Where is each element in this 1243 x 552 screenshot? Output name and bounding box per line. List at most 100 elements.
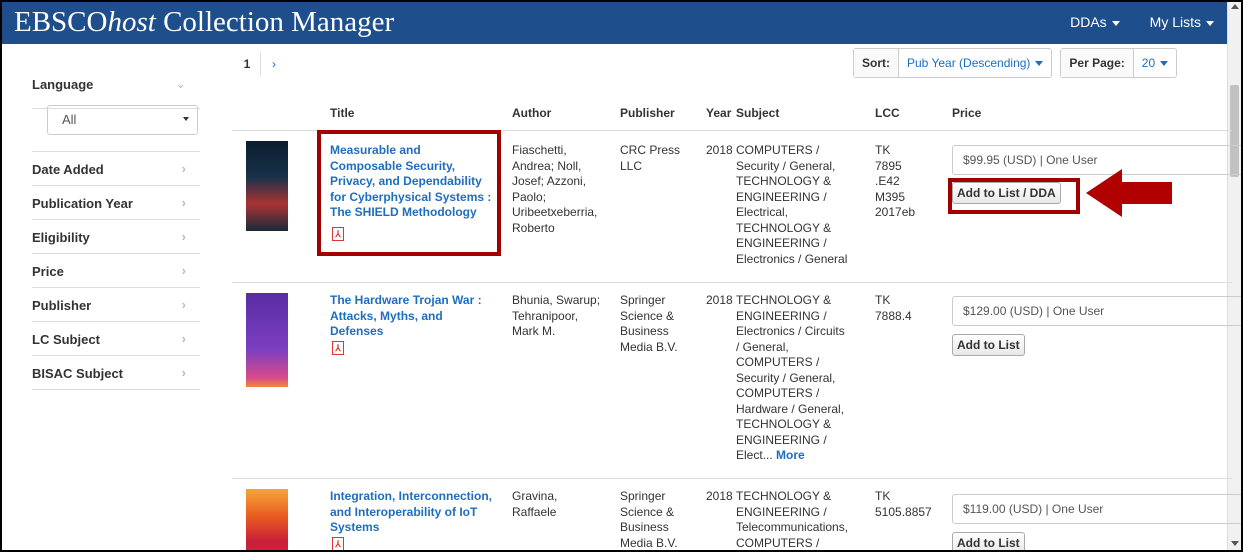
author-line: Gravina, bbox=[512, 489, 558, 503]
chevron-right-icon: › bbox=[181, 195, 186, 210]
subject-line: TECHNOLOGY & bbox=[736, 220, 832, 235]
lcc-cell: TK 5105.8857 bbox=[875, 489, 932, 520]
ddas-menu[interactable]: DDAs bbox=[1070, 14, 1120, 30]
scroll-down-arrow-icon[interactable] bbox=[1231, 541, 1239, 546]
author-line: Paolo; bbox=[512, 189, 547, 204]
book-title-link[interactable]: The Hardware Trojan War : Attacks, Myths… bbox=[330, 293, 500, 340]
more-link[interactable]: More bbox=[776, 448, 805, 462]
price-select[interactable]: $119.00 (USD) | One User bbox=[952, 494, 1241, 524]
language-select-value: All bbox=[62, 112, 77, 127]
subject-line: Electrical, bbox=[736, 205, 789, 219]
column-header-publisher[interactable]: Publisher bbox=[620, 106, 675, 120]
publisher-cell: CRC Press LLC bbox=[620, 143, 680, 174]
per-page-dropdown[interactable]: 20 bbox=[1134, 49, 1176, 77]
book-cover-image[interactable] bbox=[246, 489, 288, 550]
brand-host: host bbox=[107, 6, 156, 38]
subject-line: COMPUTERS / bbox=[736, 386, 820, 400]
title-line: Integration, Interconnection, bbox=[330, 489, 493, 503]
title-line: Systems bbox=[330, 520, 380, 534]
sort-controls: Sort: Pub Year (Descending) Per Page: 20 bbox=[853, 48, 1178, 78]
column-header-year[interactable]: Year bbox=[706, 106, 731, 120]
page-1-button[interactable]: 1 bbox=[234, 52, 261, 76]
author-cell: Fiaschetti, Andrea; Noll, Josef; Azzoni,… bbox=[512, 143, 597, 236]
publisher-cell: Springer Science & Business Media B.V. bbox=[620, 489, 678, 550]
price-select[interactable]: $129.00 (USD) | One User bbox=[952, 296, 1241, 326]
subject-line: Security / General, bbox=[736, 158, 836, 173]
column-header-price[interactable]: Price bbox=[952, 106, 981, 120]
lcc-line: 2017eb bbox=[875, 205, 916, 219]
year-cell: 2018 bbox=[706, 143, 733, 157]
sort-dropdown[interactable]: Pub Year (Descending) bbox=[899, 49, 1051, 77]
filter-label: Publisher bbox=[32, 298, 92, 313]
column-header-title[interactable]: Title bbox=[330, 106, 354, 120]
select-arrow-icon bbox=[183, 117, 189, 121]
filter-label: BISAC Subject bbox=[32, 366, 124, 381]
filter-price[interactable]: Price › bbox=[32, 254, 200, 288]
filter-label: Date Added bbox=[32, 162, 104, 177]
filter-publication-year[interactable]: Publication Year › bbox=[32, 186, 200, 220]
top-nav: DDAs My Lists bbox=[1070, 14, 1214, 30]
price-value: $119.00 (USD) | One User bbox=[963, 502, 1104, 516]
language-filter-header[interactable]: Language ⌄ bbox=[32, 70, 200, 109]
subject-cell: TECHNOLOGY & ENGINEERING / Telecommunica… bbox=[736, 489, 848, 550]
subject-line: TECHNOLOGY & bbox=[736, 417, 832, 431]
filter-publisher[interactable]: Publisher › bbox=[32, 288, 200, 322]
language-select[interactable]: All bbox=[47, 105, 198, 135]
filter-label: LC Subject bbox=[32, 332, 100, 347]
app-window: EBSCOhost Collection Manager DDAs My Lis… bbox=[0, 0, 1243, 552]
book-title-link[interactable]: Integration, Interconnection, and Intero… bbox=[330, 489, 500, 536]
subject-line: Elect... bbox=[736, 448, 773, 462]
next-page-button[interactable]: › bbox=[261, 52, 287, 76]
pdf-icon[interactable]: ⅄ bbox=[332, 537, 344, 550]
filter-label: Publication Year bbox=[32, 196, 133, 211]
filter-bisac-subject[interactable]: BISAC Subject › bbox=[32, 356, 200, 390]
ddas-menu-label: DDAs bbox=[1070, 14, 1107, 30]
pdf-icon[interactable]: ⅄ bbox=[332, 341, 344, 355]
subject-line: Electronics / General bbox=[736, 251, 848, 266]
chevron-right-icon: › bbox=[181, 331, 186, 346]
lcc-line: M395 bbox=[875, 189, 906, 204]
subject-line-last: Elect... More bbox=[736, 448, 845, 464]
price-value: $129.00 (USD) | One User bbox=[963, 304, 1105, 318]
app-brand[interactable]: EBSCOhost Collection Manager bbox=[14, 6, 394, 39]
filter-eligibility[interactable]: Eligibility › bbox=[32, 220, 200, 254]
book-cover-image[interactable] bbox=[246, 293, 288, 387]
subject-line: TECHNOLOGY & bbox=[736, 489, 832, 503]
filter-label: Eligibility bbox=[32, 230, 90, 245]
filter-lc-subject[interactable]: LC Subject › bbox=[32, 322, 200, 356]
publisher-line: Business bbox=[620, 324, 669, 338]
scroll-up-arrow-icon[interactable] bbox=[1231, 4, 1239, 9]
add-to-list-button[interactable]: Add to List bbox=[952, 532, 1025, 550]
publisher-cell: Springer Science & Business Media B.V. bbox=[620, 293, 678, 355]
year-cell: 2018 bbox=[706, 489, 733, 503]
chevron-right-icon: › bbox=[181, 263, 186, 278]
author-line: Uribeetxeberria, bbox=[512, 205, 598, 219]
subject-line: Hardware / General, bbox=[736, 401, 845, 416]
publisher-line: Media B.V. bbox=[620, 535, 678, 550]
lcc-line: TK bbox=[875, 489, 891, 503]
book-cover-image[interactable] bbox=[246, 141, 288, 231]
column-header-subject[interactable]: Subject bbox=[736, 106, 779, 120]
title-line: The Hardware Trojan War : bbox=[330, 293, 482, 307]
column-header-author[interactable]: Author bbox=[512, 106, 551, 120]
subject-cell: COMPUTERS / Security / General, TECHNOLO… bbox=[736, 143, 847, 267]
title-highlight-box bbox=[317, 130, 501, 256]
lcc-line: TK bbox=[875, 143, 891, 157]
chevron-right-icon: › bbox=[181, 229, 186, 244]
filter-date-added[interactable]: Date Added › bbox=[32, 152, 200, 186]
subject-line: Electronics / Circuits bbox=[736, 324, 845, 338]
pagination: 1 › bbox=[234, 52, 287, 78]
language-label: Language bbox=[32, 77, 94, 92]
chevron-down-icon: ⌄ bbox=[175, 76, 186, 91]
top-navbar: EBSCOhost Collection Manager DDAs My Lis… bbox=[2, 2, 1230, 44]
title-line: and Interoperability of IoT bbox=[330, 504, 478, 519]
subject-line: TECHNOLOGY & bbox=[736, 174, 832, 188]
author-line: Fiaschetti, bbox=[512, 143, 567, 157]
subject-line: Security / General, bbox=[736, 370, 836, 385]
caret-down-icon bbox=[1035, 61, 1044, 67]
subject-line: COMPUTERS / bbox=[736, 535, 820, 550]
add-to-list-button[interactable]: Add to List bbox=[952, 334, 1025, 356]
my-lists-menu[interactable]: My Lists bbox=[1150, 14, 1214, 30]
publisher-line: Springer bbox=[620, 293, 666, 307]
column-header-lcc[interactable]: LCC bbox=[875, 106, 900, 120]
